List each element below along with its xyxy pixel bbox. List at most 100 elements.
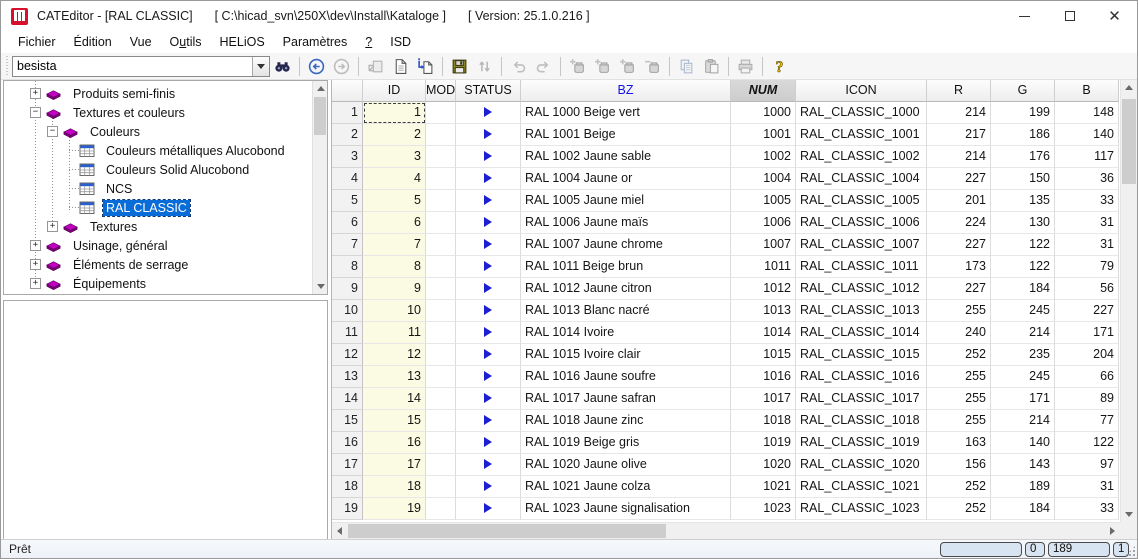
cell-id[interactable]: 13 xyxy=(363,366,426,388)
insert-record-button[interactable] xyxy=(591,55,614,78)
cell-mod[interactable] xyxy=(426,256,456,278)
row-number-cell[interactable]: 13 xyxy=(332,366,363,388)
cell-num[interactable]: 1001 xyxy=(731,124,796,146)
cell-id[interactable]: 16 xyxy=(363,432,426,454)
paste-button[interactable] xyxy=(700,55,723,78)
search-binoculars-button[interactable] xyxy=(271,55,294,78)
cell-num[interactable]: 1014 xyxy=(731,322,796,344)
cell-id[interactable]: 15 xyxy=(363,410,426,432)
cell-num[interactable]: 1011 xyxy=(731,256,796,278)
row-number-cell[interactable]: 4 xyxy=(332,168,363,190)
menu-fichier[interactable]: Fichier xyxy=(9,33,65,51)
cell-r[interactable]: 217 xyxy=(927,124,991,146)
cell-b[interactable]: 122 xyxy=(1055,432,1119,454)
menu-outils[interactable]: Outils xyxy=(161,33,211,51)
cell-bz[interactable]: RAL 1011 Beige brun xyxy=(521,256,731,278)
cell-id[interactable]: 9 xyxy=(363,278,426,300)
maximize-button[interactable] xyxy=(1047,1,1092,31)
cell-status[interactable] xyxy=(456,498,521,520)
cell-r[interactable]: 227 xyxy=(927,278,991,300)
cell-icon[interactable]: RAL_CLASSIC_1016 xyxy=(796,366,927,388)
tree-item-elements-de-serrage[interactable]: +Éléments de serrage xyxy=(4,255,311,274)
cell-b[interactable]: 79 xyxy=(1055,256,1119,278)
cell-icon[interactable]: RAL_CLASSIC_1017 xyxy=(796,388,927,410)
cell-icon[interactable]: RAL_CLASSIC_1006 xyxy=(796,212,927,234)
cell-r[interactable]: 255 xyxy=(927,410,991,432)
row-number-cell[interactable]: 16 xyxy=(332,432,363,454)
cell-num[interactable]: 1000 xyxy=(731,102,796,124)
cell-r[interactable]: 214 xyxy=(927,102,991,124)
nav-back-button[interactable] xyxy=(305,55,328,78)
cell-g[interactable]: 189 xyxy=(991,476,1055,498)
cell-id[interactable]: 19 xyxy=(363,498,426,520)
tree-item-equipements[interactable]: +Équipements xyxy=(4,274,311,293)
undo-button[interactable] xyxy=(507,55,530,78)
tree-item-ncs[interactable]: NCS xyxy=(4,179,311,198)
row-number-cell[interactable]: 10 xyxy=(332,300,363,322)
tree-item-produits-semi-finis[interactable]: +Produits semi-finis xyxy=(4,84,311,103)
cell-b[interactable]: 97 xyxy=(1055,454,1119,476)
cell-g[interactable]: 214 xyxy=(991,410,1055,432)
cell-g[interactable]: 184 xyxy=(991,498,1055,520)
cell-b[interactable]: 227 xyxy=(1055,300,1119,322)
cell-icon[interactable]: RAL_CLASSIC_1021 xyxy=(796,476,927,498)
cell-bz[interactable]: RAL 1020 Jaune olive xyxy=(521,454,731,476)
cell-r[interactable]: 252 xyxy=(927,476,991,498)
cell-mod[interactable] xyxy=(426,124,456,146)
cell-b[interactable]: 140 xyxy=(1055,124,1119,146)
row-number-cell[interactable]: 14 xyxy=(332,388,363,410)
cell-b[interactable]: 31 xyxy=(1055,476,1119,498)
cell-g[interactable]: 150 xyxy=(991,168,1055,190)
row-number-cell[interactable]: 9 xyxy=(332,278,363,300)
cell-num[interactable]: 1018 xyxy=(731,410,796,432)
cell-status[interactable] xyxy=(456,432,521,454)
cell-b[interactable]: 148 xyxy=(1055,102,1119,124)
cell-b[interactable]: 204 xyxy=(1055,344,1119,366)
cell-status[interactable] xyxy=(456,278,521,300)
cell-icon[interactable]: RAL_CLASSIC_1000 xyxy=(796,102,927,124)
column-header-icon[interactable]: ICON xyxy=(796,80,927,102)
cell-g[interactable]: 122 xyxy=(991,234,1055,256)
table-hscroll-thumb[interactable] xyxy=(348,524,666,538)
row-number-cell[interactable]: 11 xyxy=(332,322,363,344)
cell-mod[interactable] xyxy=(426,498,456,520)
cell-bz[interactable]: RAL 1000 Beige vert xyxy=(521,102,731,124)
tree-item-usinage-general[interactable]: +Usinage, général xyxy=(4,236,311,255)
cell-id[interactable]: 4 xyxy=(363,168,426,190)
cell-num[interactable]: 1002 xyxy=(731,146,796,168)
tree-scroll-thumb[interactable] xyxy=(314,97,326,135)
cell-status[interactable] xyxy=(456,366,521,388)
cell-g[interactable]: 199 xyxy=(991,102,1055,124)
cell-g[interactable]: 171 xyxy=(991,388,1055,410)
cell-icon[interactable]: RAL_CLASSIC_1001 xyxy=(796,124,927,146)
tree-vertical-scrollbar[interactable] xyxy=(312,81,327,294)
cell-g[interactable]: 245 xyxy=(991,366,1055,388)
column-header-bz[interactable]: BZ xyxy=(521,80,731,102)
scroll-up-icon[interactable] xyxy=(1121,80,1136,95)
expand-icon[interactable]: + xyxy=(30,278,41,289)
cell-b[interactable]: 31 xyxy=(1055,234,1119,256)
cell-mod[interactable] xyxy=(426,344,456,366)
cell-r[interactable]: 227 xyxy=(927,168,991,190)
scroll-down-icon[interactable] xyxy=(313,279,328,294)
cell-g[interactable]: 135 xyxy=(991,190,1055,212)
cell-num[interactable]: 1021 xyxy=(731,476,796,498)
cell-status[interactable] xyxy=(456,102,521,124)
cell-bz[interactable]: RAL 1004 Jaune or xyxy=(521,168,731,190)
tree-item-textures[interactable]: +Textures xyxy=(4,217,311,236)
tree-item-label[interactable]: RAL CLASSIC xyxy=(103,200,190,216)
tree-item-textures-et-couleurs[interactable]: −Textures et couleurs xyxy=(4,103,311,122)
cell-status[interactable] xyxy=(456,454,521,476)
cell-id[interactable]: 14 xyxy=(363,388,426,410)
cell-status[interactable] xyxy=(456,212,521,234)
cell-g[interactable]: 176 xyxy=(991,146,1055,168)
cell-num[interactable]: 1012 xyxy=(731,278,796,300)
tree-item-label[interactable]: NCS xyxy=(103,181,135,197)
cell-mod[interactable] xyxy=(426,476,456,498)
scroll-left-icon[interactable] xyxy=(332,523,347,539)
cell-g[interactable]: 122 xyxy=(991,256,1055,278)
tree-item-label[interactable]: Produits semi-finis xyxy=(70,86,178,102)
cell-g[interactable]: 186 xyxy=(991,124,1055,146)
cell-id[interactable]: 8 xyxy=(363,256,426,278)
expand-icon[interactable]: + xyxy=(47,221,58,232)
